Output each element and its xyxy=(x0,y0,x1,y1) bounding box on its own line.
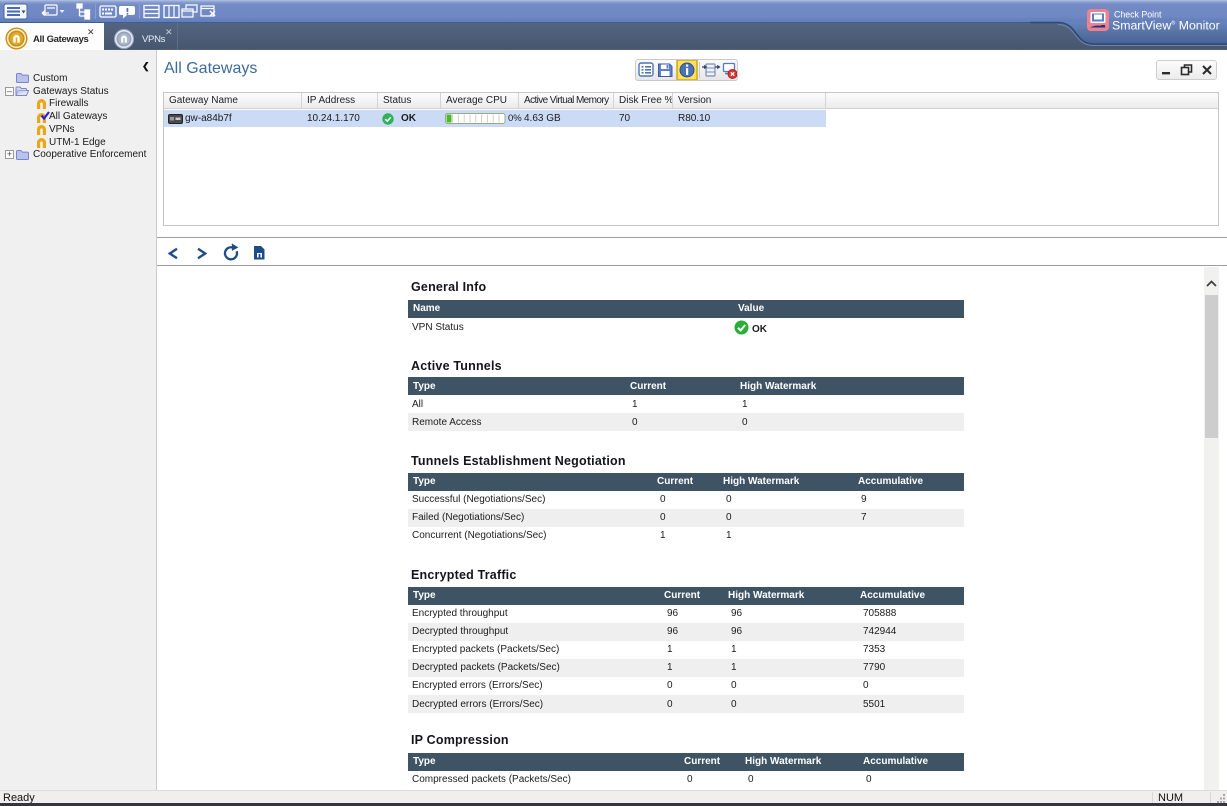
svg-text:SmartView® Monitor: SmartView® Monitor xyxy=(1112,19,1220,33)
